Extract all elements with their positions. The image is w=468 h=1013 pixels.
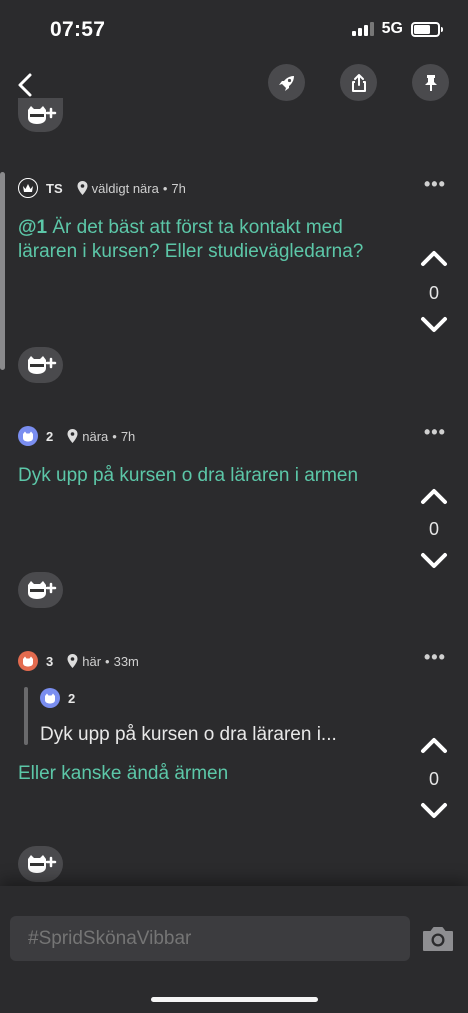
pin-button[interactable] — [412, 64, 449, 101]
post-text: Dyk upp på kursen o dra läraren i armen — [18, 465, 359, 486]
share-icon — [351, 73, 366, 92]
quote-author: 2 — [68, 690, 76, 706]
quote-text[interactable]: Dyk upp på kursen o dra läraren i... — [40, 724, 337, 746]
author-name: 3 — [46, 653, 54, 669]
post-header: TS väldigt nära • 7h — [18, 178, 186, 198]
back-icon — [18, 73, 32, 97]
network-label: 5G — [381, 20, 403, 37]
reaction-add-button[interactable] — [18, 846, 63, 882]
location-icon — [77, 181, 88, 195]
more-options-button[interactable]: ••• — [424, 174, 446, 195]
age-label: 7h — [171, 180, 186, 196]
upvote-button[interactable] — [419, 486, 449, 511]
status-indicators: 5G — [351, 20, 443, 38]
home-indicator[interactable] — [151, 997, 318, 1002]
upvote-icon — [421, 251, 447, 266]
reply-input[interactable] — [10, 916, 410, 961]
cat-add-icon — [27, 106, 56, 124]
more-icon: ••• — [424, 174, 446, 194]
post-header: 3 här • 33m — [18, 651, 139, 671]
reaction-add-button[interactable] — [18, 98, 63, 132]
post-meta: nära • 7h — [67, 429, 135, 444]
back-button[interactable] — [14, 70, 40, 100]
boost-button[interactable] — [268, 64, 305, 101]
post-text: Eller kanske ändå ärmen — [18, 763, 229, 784]
vote-count: 0 — [428, 769, 439, 789]
age-label: 33m — [113, 653, 139, 669]
quote-avatar — [40, 688, 60, 708]
author-name: 2 — [46, 428, 54, 444]
post-text: Är det bäst att först ta kontakt med lär… — [18, 217, 364, 262]
vote-count: 0 — [428, 519, 439, 539]
upvote-icon — [421, 738, 447, 753]
downvote-icon — [421, 317, 447, 332]
author-avatar — [18, 426, 38, 446]
quote-header: 2 — [40, 688, 75, 708]
distance-label: väldigt nära — [91, 180, 159, 196]
cat-avatar-icon — [23, 431, 33, 441]
camera-button[interactable] — [421, 924, 455, 959]
post-meta: här • 33m — [67, 654, 139, 669]
crown-icon — [23, 184, 33, 192]
author-avatar — [18, 178, 38, 198]
upvote-button[interactable] — [419, 248, 449, 273]
camera-icon — [423, 927, 453, 951]
author-name: TS — [46, 180, 63, 196]
distance-label: nära — [82, 428, 109, 444]
distance-label: här — [82, 653, 102, 669]
cat-add-icon — [27, 581, 56, 599]
location-icon — [67, 429, 78, 443]
cat-avatar-icon — [45, 693, 55, 703]
location-icon — [67, 654, 78, 668]
downvote-button[interactable] — [419, 801, 449, 826]
downvote-button[interactable] — [419, 551, 449, 576]
downvote-button[interactable] — [419, 315, 449, 340]
battery-icon — [411, 21, 443, 37]
upvote-button[interactable] — [419, 735, 449, 760]
author-avatar — [18, 651, 38, 671]
post-header: 2 nära • 7h — [18, 426, 135, 446]
cat-avatar-icon — [23, 656, 33, 666]
more-icon: ••• — [424, 647, 446, 667]
quote-bar — [24, 687, 28, 745]
age-label: 7h — [120, 428, 136, 444]
post-body: @1 Är det bäst att först ta kontakt med … — [18, 216, 378, 264]
downvote-icon — [421, 803, 447, 818]
cat-add-icon — [27, 855, 56, 873]
upvote-icon — [421, 489, 447, 504]
reply-mention[interactable]: @1 — [18, 217, 47, 238]
share-button[interactable] — [340, 64, 377, 101]
vote-count: 0 — [428, 283, 439, 303]
status-time: 07:57 — [50, 18, 106, 41]
post-meta: väldigt nära • 7h — [77, 181, 186, 196]
reaction-add-button[interactable] — [18, 347, 63, 383]
more-options-button[interactable]: ••• — [424, 422, 446, 443]
signal-icon — [351, 22, 374, 36]
cat-add-icon — [27, 356, 56, 374]
rocket-icon — [278, 75, 294, 91]
downvote-icon — [421, 553, 447, 568]
more-icon: ••• — [424, 422, 446, 442]
more-options-button[interactable]: ••• — [424, 647, 446, 668]
pin-icon — [424, 74, 437, 91]
reaction-add-button[interactable] — [18, 572, 63, 608]
scroll-indicator — [0, 172, 5, 370]
